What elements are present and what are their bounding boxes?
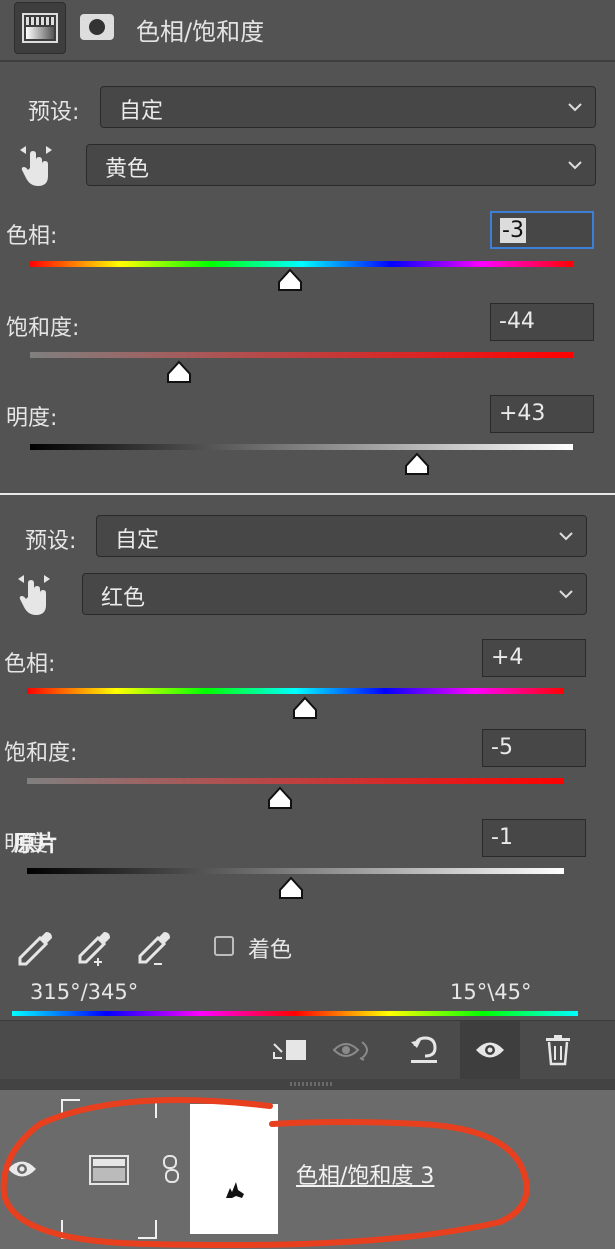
- clip-icon[interactable]: [262, 1021, 318, 1079]
- preset-select-2[interactable]: 自定: [96, 515, 587, 557]
- channel-select-2[interactable]: 红色: [82, 573, 587, 615]
- lightness-overlay-text: 原片: [14, 832, 59, 857]
- eyedropper-minus-icon[interactable]: [134, 928, 174, 968]
- saturation-slider-thumb-2[interactable]: [267, 786, 293, 810]
- eyedropper-plus-icon[interactable]: [74, 928, 114, 968]
- hue-label: 色相:: [6, 224, 58, 249]
- hue-input-2[interactable]: +4: [482, 639, 586, 677]
- channel-select[interactable]: 黄色: [86, 144, 596, 186]
- lightness-slider-thumb[interactable]: [404, 452, 430, 476]
- colorize-checkbox[interactable]: [214, 936, 234, 956]
- lightness-input[interactable]: +43: [490, 395, 594, 433]
- lightness-input-2[interactable]: -1: [482, 819, 586, 857]
- reset-icon[interactable]: [396, 1021, 452, 1079]
- lightness-slider-thumb-2[interactable]: [278, 876, 304, 900]
- preset-value-2: 自定: [115, 528, 160, 553]
- range-right-text: 15°\45°: [450, 980, 532, 1004]
- saturation-label: 饱和度:: [6, 316, 80, 341]
- preset-label-2: 预设:: [25, 529, 77, 554]
- hand-target-icon[interactable]: [18, 144, 54, 192]
- properties-header: 色相/饱和度: [0, 0, 615, 62]
- adjustment-icon[interactable]: [14, 2, 66, 54]
- hue-input[interactable]: -3: [490, 211, 594, 249]
- lightness-label: 明度:: [6, 406, 58, 431]
- chevron-down-icon: [559, 532, 573, 541]
- range-color-bar: [12, 1011, 578, 1016]
- colorize-label: 着色: [248, 938, 293, 963]
- lightness-slider-track-2[interactable]: [27, 868, 564, 874]
- panel-title: 色相/饱和度: [136, 18, 265, 46]
- hue-slider-thumb[interactable]: [277, 268, 303, 292]
- chevron-down-icon: [568, 103, 582, 112]
- chevron-down-icon: [559, 590, 573, 599]
- saturation-input-2[interactable]: -5: [482, 729, 586, 767]
- view-previous-icon[interactable]: [326, 1021, 382, 1079]
- saturation-slider-track-2[interactable]: [27, 778, 564, 784]
- trash-icon[interactable]: [530, 1021, 586, 1079]
- eye-icon[interactable]: [460, 1021, 520, 1079]
- hand-target-icon[interactable]: [16, 573, 52, 621]
- screenshot-divider: [0, 493, 615, 495]
- preset-label: 预设:: [28, 100, 80, 125]
- panel-splitter[interactable]: [0, 1079, 615, 1090]
- hue-label-2: 色相:: [4, 652, 56, 677]
- preset-select[interactable]: 自定: [100, 86, 596, 128]
- range-left-text: 315°/345°: [30, 980, 139, 1004]
- chevron-down-icon: [568, 161, 582, 170]
- preset-value: 自定: [119, 99, 164, 124]
- hue-value: -3: [500, 218, 526, 243]
- channel-value: 黄色: [105, 157, 150, 182]
- saturation-label-2: 饱和度:: [4, 741, 78, 766]
- channel-value-2: 红色: [101, 586, 146, 611]
- annotation-circle: [0, 1097, 530, 1249]
- hue-slider-track[interactable]: [30, 261, 573, 267]
- saturation-slider-thumb[interactable]: [166, 360, 192, 384]
- lightness-slider-track[interactable]: [30, 444, 573, 450]
- saturation-input[interactable]: -44: [490, 303, 594, 341]
- hue-slider-thumb-2[interactable]: [292, 696, 318, 720]
- properties-footer: [0, 1020, 615, 1079]
- mask-icon[interactable]: [72, 2, 122, 52]
- hue-slider-track-2[interactable]: [27, 688, 564, 694]
- saturation-slider-track[interactable]: [30, 352, 573, 358]
- eyedropper-icon[interactable]: [16, 928, 56, 968]
